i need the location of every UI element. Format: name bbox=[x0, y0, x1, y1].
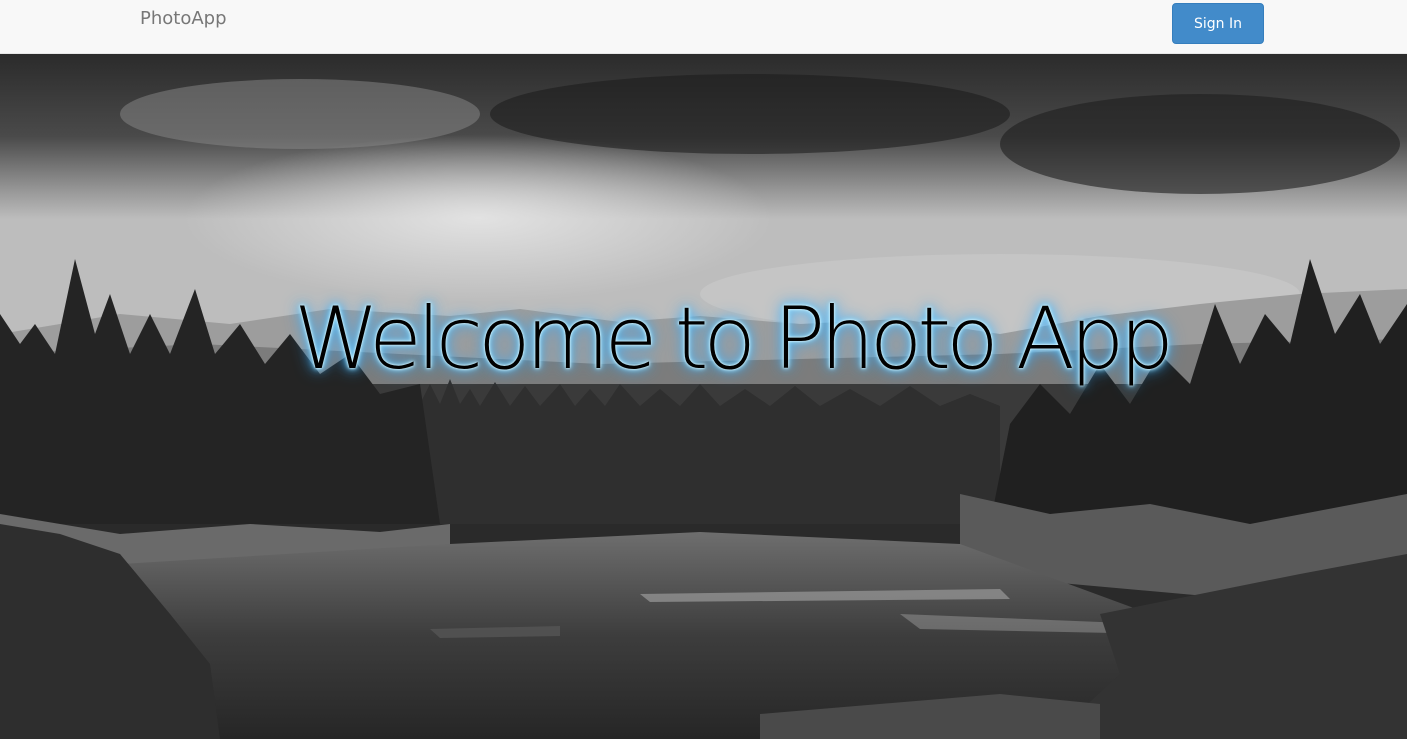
hero-section: Welcome to Photo App bbox=[0, 54, 1407, 739]
brand-link[interactable]: PhotoApp bbox=[140, 8, 227, 29]
landscape-background-image bbox=[0, 54, 1407, 739]
top-navbar: PhotoApp Sign In bbox=[0, 0, 1407, 54]
sign-in-button[interactable]: Sign In bbox=[1172, 3, 1264, 44]
welcome-headline: Welcome to Photo App bbox=[293, 289, 1174, 389]
